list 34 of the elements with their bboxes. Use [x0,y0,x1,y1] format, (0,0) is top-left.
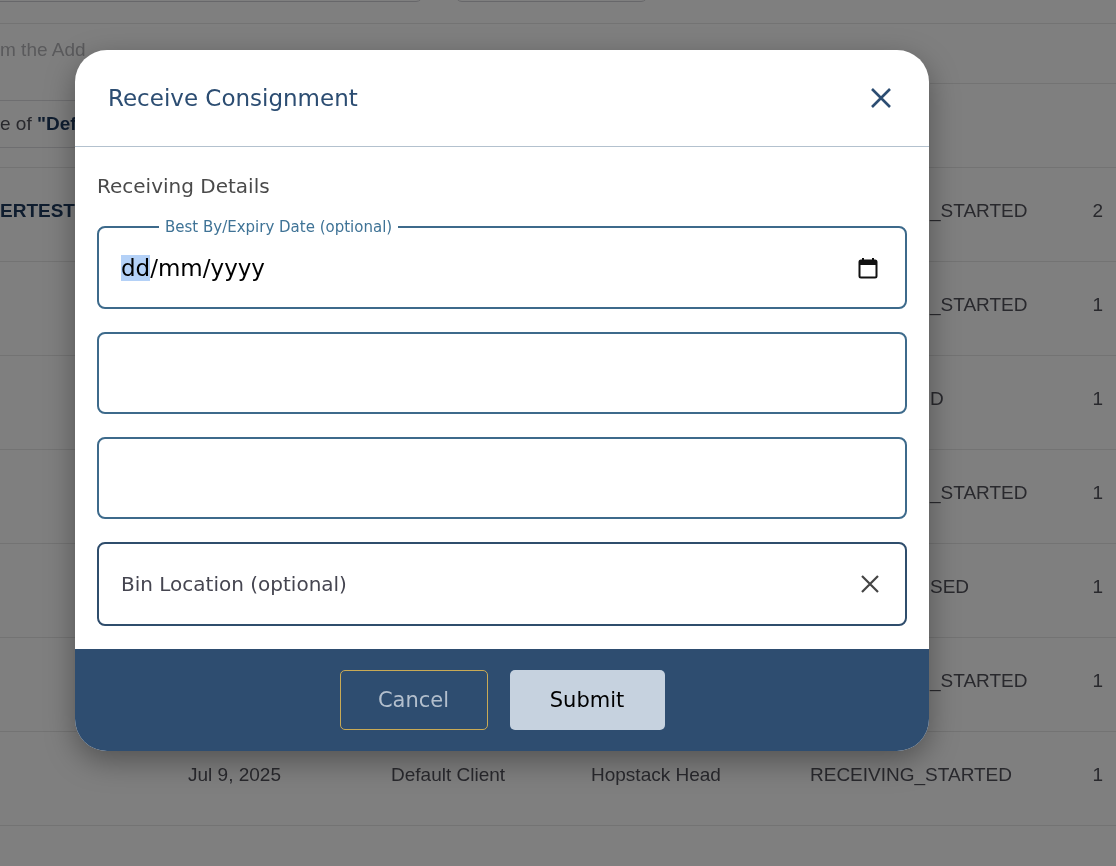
submit-button[interactable]: Submit [509,670,665,730]
cancel-button[interactable]: Cancel [339,670,488,730]
table-cell: SED [930,576,970,598]
calendar-icon[interactable] [858,256,878,279]
input-field[interactable] [97,332,907,414]
dialog-title: Receive Consignment [108,85,358,111]
field-label: Best By/Expiry Date (optional) [164,218,394,236]
table-cell: Hopstack Head [591,764,721,786]
section-heading: Receiving Details [97,174,270,198]
table-cell: 1 [1092,764,1103,786]
table-cell: Default Client [391,764,506,786]
table-link[interactable]: ERTEST [0,200,75,222]
date-segment[interactable]: dd [121,254,151,281]
table-cell: D [930,388,944,410]
input-field[interactable] [97,437,907,519]
table-cell: 1 [1092,294,1103,316]
table-cell: _STARTED [930,200,1028,222]
close-icon[interactable] [870,87,892,109]
date-segment[interactable]: yyyy [210,254,265,281]
table-cell: 1 [1092,576,1103,598]
clear-icon[interactable] [860,574,880,594]
table-cell: _STARTED [930,482,1028,504]
date-field[interactable]: Best By/Expiry Date (optional) dd/mm/yyyy [97,218,907,309]
bin-location-field[interactable]: Bin Location (optional) [97,542,907,626]
table-cell: Jul 9, 2025 [188,764,281,786]
table-cell: 1 [1092,388,1103,410]
table-cell: 2 [1092,200,1103,222]
table-cell: _STARTED [930,294,1028,316]
table-cell: 1 [1092,482,1103,504]
notice-text: e of "Def [0,113,77,135]
date-segment[interactable]: mm [157,254,203,281]
table-cell: _STARTED [930,670,1028,692]
table-cell: RECEIVING_STARTED [810,764,1012,786]
table-cell: 1 [1092,670,1103,692]
